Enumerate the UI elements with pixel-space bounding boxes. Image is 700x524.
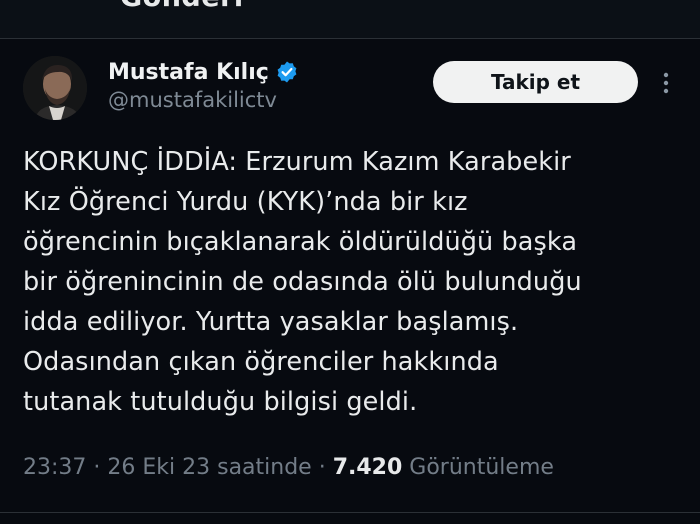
author-name[interactable]: Mustafa Kılıç bbox=[108, 60, 269, 85]
tweet-text: KORKUNÇ İDDİA: Erzurum Kazım Karabekir K… bbox=[23, 147, 582, 417]
more-vertical-icon[interactable] bbox=[660, 70, 672, 96]
avatar-image bbox=[23, 56, 87, 120]
views-label: Görüntüleme bbox=[409, 455, 554, 480]
follow-button[interactable]: Takip et bbox=[433, 61, 638, 103]
header-divider bbox=[0, 38, 700, 39]
views-count: 7.420 bbox=[332, 455, 403, 480]
page-title: Gönderi bbox=[120, 0, 244, 13]
meta-separator: · bbox=[311, 455, 333, 480]
verified-badge-icon bbox=[275, 60, 299, 84]
tweet-time[interactable]: 23:37 bbox=[23, 455, 86, 480]
tweet-meta: 23:37 · 26 Eki 23 saatinde · 7.420 Görün… bbox=[23, 455, 554, 480]
top-bar: Gönderi bbox=[0, 0, 700, 38]
author-handle[interactable]: @mustafakilictv bbox=[108, 88, 277, 112]
avatar[interactable] bbox=[23, 56, 87, 120]
bottom-divider bbox=[0, 512, 700, 513]
tweet-date[interactable]: 26 Eki 23 saatinde bbox=[107, 455, 311, 480]
meta-separator: · bbox=[86, 455, 108, 480]
author-name-row: Mustafa Kılıç bbox=[108, 56, 299, 88]
